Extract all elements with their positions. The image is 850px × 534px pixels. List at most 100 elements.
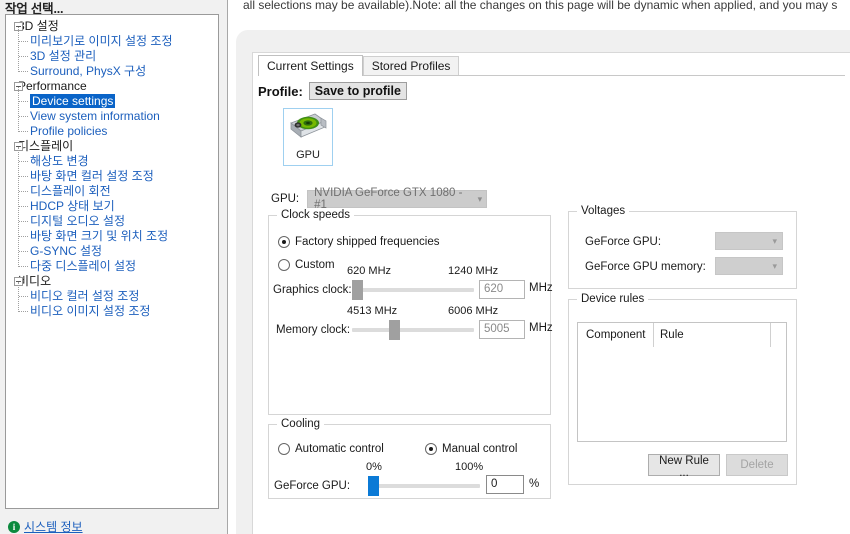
radio-automatic-control[interactable]: Automatic control: [278, 443, 384, 455]
tab-strip[interactable]: Current Settings Stored Profiles: [258, 55, 460, 76]
sidebar-item-leaf-7[interactable]: Profile policies: [6, 124, 218, 139]
sidebar-item-leaf-11[interactable]: 디스플레이 회전: [6, 184, 218, 199]
sidebar-item-label[interactable]: Surround, PhysX 구성: [30, 64, 146, 78]
tree-elbow-line: [19, 41, 28, 42]
system-information-link[interactable]: i 시스템 정보: [8, 518, 83, 534]
sidebar-item-leaf-2[interactable]: 3D 설정 관리: [6, 49, 218, 64]
tree-elbow-line: [19, 206, 28, 207]
tree-elbow-line: [19, 251, 28, 252]
graphics-clock-label: Graphics clock:: [273, 284, 352, 296]
tree-elbow-line: [19, 191, 28, 192]
sidebar-item-leaf-12[interactable]: HDCP 상태 보기: [6, 199, 218, 214]
graphics-clock-slider-track[interactable]: [352, 288, 474, 292]
sidebar-item-leaf-16[interactable]: 다중 디스플레이 설정: [6, 259, 218, 274]
column-header-component: Component: [586, 329, 646, 341]
navigation-tree[interactable]: 3D 설정 미리보기로 이미지 설정 조정 3D 설정 관리 Surround, Ph…: [5, 14, 219, 509]
voltage-gpu-label: GeForce GPU:: [585, 236, 662, 248]
sidebar-item-label[interactable]: HDCP 상태 보기: [30, 199, 115, 213]
tree-elbow-line: [19, 296, 28, 297]
gpu-select-dropdown[interactable]: NVIDIA GeForce GTX 1080 - #1 ▾: [307, 187, 488, 211]
sidebar-item-label[interactable]: 미리보기로 이미지 설정 조정: [30, 34, 172, 48]
memory-clock-unit: MHz: [529, 322, 553, 334]
fan-slider-thumb[interactable]: [368, 476, 379, 496]
sidebar-item-label[interactable]: 비디오 컬러 설정 조정: [30, 289, 139, 303]
sidebar-item-leaf-13[interactable]: 디지털 오디오 설정: [6, 214, 218, 229]
graphics-clock-max-label: 1240 MHz: [448, 265, 499, 277]
voltage-gpu-dropdown[interactable]: ▾: [715, 232, 783, 250]
radio-custom-frequencies[interactable]: Custom: [278, 259, 335, 271]
fan-value-field[interactable]: 0: [486, 475, 524, 494]
column-divider: [653, 323, 654, 347]
sidebar-item-leaf-1[interactable]: 미리보기로 이미지 설정 조정: [6, 34, 218, 49]
sidebar-item-leaf-14[interactable]: 바탕 화면 크기 및 위치 조정: [6, 229, 218, 244]
radio-manual-control[interactable]: Manual control: [425, 443, 517, 455]
sidebar-item-label[interactable]: 해상도 변경: [30, 154, 89, 168]
page-note-text: all selections may be available).Note: a…: [243, 0, 838, 12]
sidebar-item-leaf-6[interactable]: View system information: [6, 109, 218, 124]
save-to-profile-button[interactable]: Save to profile: [308, 82, 407, 100]
voltage-memory-dropdown[interactable]: ▾: [715, 257, 783, 275]
clock-speeds-title: Clock speeds: [277, 209, 355, 221]
system-information-label[interactable]: 시스템 정보: [24, 518, 83, 534]
sidebar-item-leaf-3[interactable]: Surround, PhysX 구성: [6, 64, 218, 79]
sidebar-item-label[interactable]: View system information: [30, 109, 160, 123]
voltages-title: Voltages: [577, 205, 630, 217]
device-rules-header-row: Component Rule: [578, 323, 786, 347]
memory-clock-slider-thumb[interactable]: [389, 320, 400, 340]
graphics-clock-slider-thumb[interactable]: [352, 280, 363, 300]
sidebar-item-group-17[interactable]: 비디오: [6, 274, 218, 289]
sidebar-item-label[interactable]: G-SYNC 설정: [30, 244, 102, 258]
radio-icon-automatic: [278, 443, 290, 455]
sidebar-item-label[interactable]: 3D 설정 관리: [30, 49, 96, 63]
memory-clock-value-field[interactable]: 5005: [479, 320, 525, 339]
sidebar-item-label[interactable]: 다중 디스플레이 설정: [30, 259, 136, 273]
sidebar-item-label[interactable]: 바탕 화면 크기 및 위치 조정: [30, 229, 168, 243]
sidebar-item-label[interactable]: 바탕 화면 컬러 설정 조정: [30, 169, 154, 183]
gpu-tile-caption: GPU: [296, 149, 320, 161]
sidebar-item-label[interactable]: 디스플레이: [18, 139, 73, 153]
sidebar-item-label[interactable]: Profile policies: [30, 124, 107, 138]
tree-elbow-line: [19, 101, 28, 102]
memory-clock-slider-track[interactable]: [352, 328, 474, 332]
tab-current-settings[interactable]: Current Settings: [258, 55, 363, 76]
sidebar-item-label[interactable]: 디지털 오디오 설정: [30, 214, 125, 228]
new-rule-button[interactable]: New Rule ...: [648, 454, 720, 479]
delete-rule-button: Delete: [726, 454, 788, 476]
profile-row: Profile: Save to profile: [258, 82, 407, 100]
sidebar-item-leaf-19[interactable]: 비디오 이미지 설정 조정: [6, 304, 218, 319]
voltage-memory-label: GeForce GPU memory:: [585, 261, 706, 273]
device-rules-table[interactable]: Component Rule: [577, 322, 787, 442]
sidebar-item-label[interactable]: 비디오 이미지 설정 조정: [30, 304, 150, 318]
tree-elbow-line: [19, 56, 28, 57]
sidebar-item-group-0[interactable]: 3D 설정: [6, 19, 218, 34]
device-rules-title: Device rules: [577, 293, 649, 305]
sidebar-item-leaf-18[interactable]: 비디오 컬러 설정 조정: [6, 289, 218, 304]
radio-factory-frequencies[interactable]: Factory shipped frequencies: [278, 236, 439, 248]
sidebar-item-leaf-15[interactable]: G-SYNC 설정: [6, 244, 218, 259]
tree-elbow-line: [19, 176, 28, 177]
radio-factory-label: Factory shipped frequencies: [295, 236, 440, 248]
tree-elbow-line: [19, 221, 28, 222]
gpu-select-value: NVIDIA GeForce GTX 1080 - #1: [314, 187, 463, 211]
gpu-tile[interactable]: GPU: [283, 108, 333, 166]
sidebar-item-leaf-5[interactable]: Device settings: [6, 94, 218, 109]
chevron-down-icon: ▾: [772, 235, 777, 246]
graphics-clock-min-label: 620 MHz: [347, 265, 392, 277]
sidebar-item-label[interactable]: 디스플레이 회전: [30, 184, 111, 198]
sidebar-item-label[interactable]: Device settings: [30, 94, 116, 108]
column-divider-2: [770, 323, 771, 347]
fan-slider-track[interactable]: [368, 484, 480, 488]
sidebar-item-group-4[interactable]: Performance: [6, 79, 218, 94]
tree-guide-line: [18, 86, 19, 132]
graphics-clock-value-field[interactable]: 620: [479, 280, 525, 299]
sidebar-item-leaf-9[interactable]: 해상도 변경: [6, 154, 218, 169]
sidebar-item-leaf-10[interactable]: 바탕 화면 컬러 설정 조정: [6, 169, 218, 184]
sidebar-item-group-8[interactable]: 디스플레이: [6, 139, 218, 154]
tree-guide-line: [18, 146, 19, 267]
sidebar-item-label[interactable]: Performance: [18, 79, 87, 93]
sidebar-item-label[interactable]: 3D 설정: [18, 19, 59, 33]
tree-elbow-line: [19, 131, 28, 132]
tab-stored-profiles[interactable]: Stored Profiles: [362, 56, 460, 76]
radio-custom-label: Custom: [295, 259, 335, 271]
radio-icon-factory: [278, 236, 290, 248]
